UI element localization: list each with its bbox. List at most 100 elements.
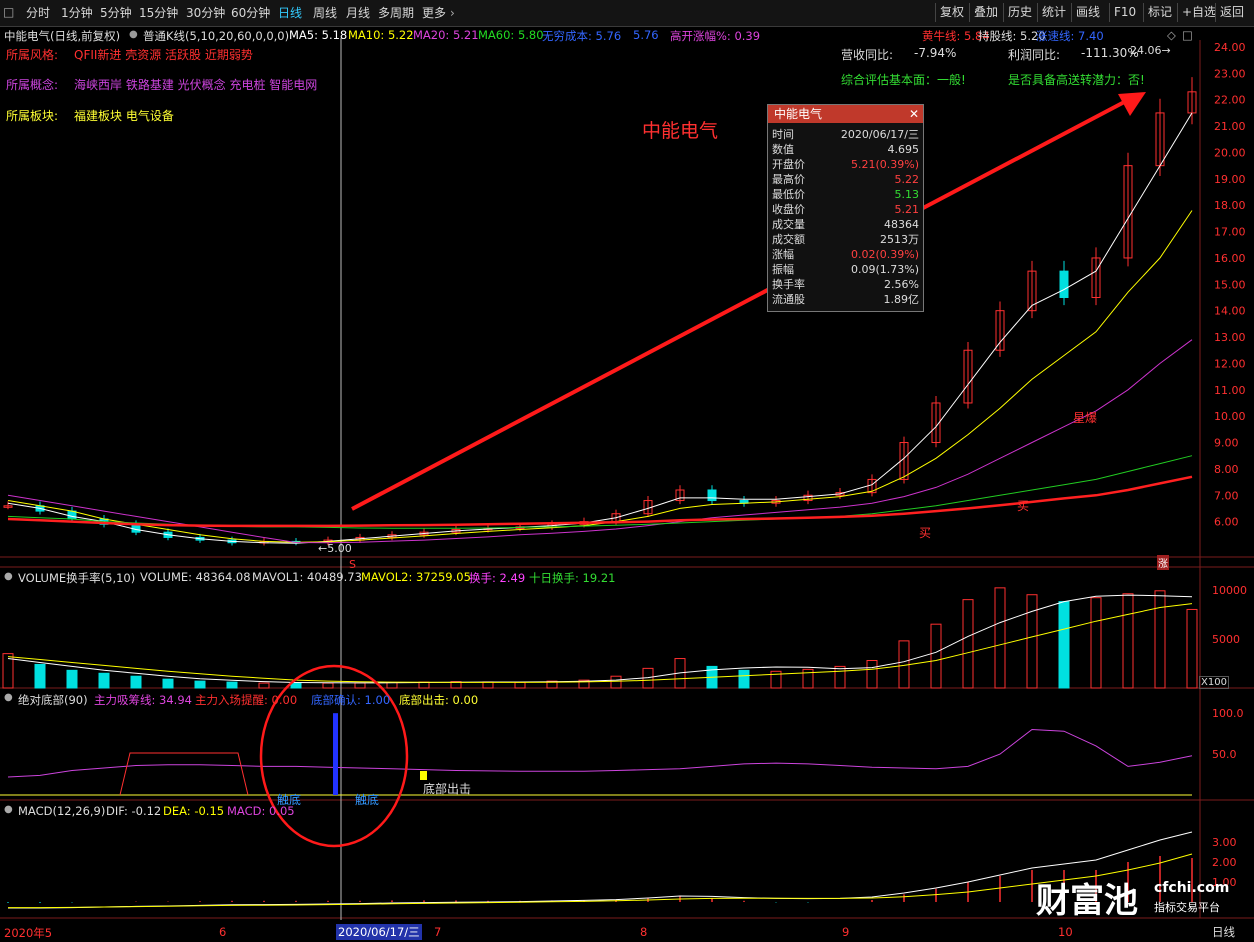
macd-title: MACD(12,26,9) — [18, 804, 106, 818]
price-tick: 20.00 — [1214, 146, 1246, 159]
volume-bar — [738, 669, 750, 689]
popup-row-value: 5.21 — [894, 203, 920, 216]
volume-bar — [1154, 590, 1166, 689]
trend-arrow-line — [351, 97, 1131, 511]
popup-row-key: 成交量 — [772, 218, 805, 231]
popup-row-key: 涨幅 — [772, 248, 794, 261]
entry-alert-value: 主力入场提醒: 0.00 — [195, 693, 298, 707]
volume-bar — [322, 682, 334, 689]
volume-bar — [994, 587, 1006, 689]
price-tick: 16.00 — [1214, 252, 1246, 265]
buy-signal-2: 买 — [1017, 499, 1030, 513]
price-tick: 24.00 — [1214, 41, 1246, 54]
ma5-line — [7, 112, 1193, 544]
x-axis-label-sep: 9 — [842, 925, 850, 939]
volume-settings-icon[interactable]: ● — [4, 571, 13, 582]
popup-row-key: 数值 — [772, 143, 794, 156]
price-tick: 17.00 — [1214, 226, 1246, 239]
volume-bar — [834, 665, 846, 689]
volume-bar — [258, 682, 270, 689]
popup-row-value: 2020/06/17/三 — [840, 128, 919, 141]
mavol1-line — [7, 594, 1193, 684]
price-tick: 23.00 — [1214, 67, 1246, 80]
macd-tick: 3.00 — [1212, 836, 1237, 849]
volume-bar — [1026, 594, 1038, 689]
volume-bar — [130, 675, 142, 689]
volume-bar — [1122, 593, 1134, 689]
data-window-popup[interactable]: 中能电气 ✕ 时间 2020/06/17/三数值 4.695 开盘价 5.21(0.39… — [767, 104, 924, 312]
candle-body — [707, 489, 717, 502]
volume-bar — [226, 681, 238, 689]
volume-bar — [1186, 608, 1198, 689]
x-axis-label-jul: 7 — [434, 925, 442, 939]
volume-bar — [290, 682, 302, 689]
popup-row-value: 5.13 — [894, 188, 920, 201]
price-tick: 19.00 — [1214, 173, 1246, 186]
x-axis-label-oct: 10 — [1058, 925, 1073, 939]
price-tick: 14.00 — [1214, 305, 1246, 318]
volume-bar — [66, 669, 78, 689]
popup-row-value: 1.89亿 — [883, 293, 920, 306]
turnover10-value: 十日换手: 19.21 — [529, 571, 616, 585]
popup-row-key: 最低价 — [772, 188, 805, 201]
watermark-slogan: 指标交易平台 — [1154, 901, 1220, 914]
popup-row-key: 成交额 — [772, 233, 805, 246]
popup-row-key: 换手率 — [772, 278, 805, 291]
bottom-settings-icon[interactable]: ● — [4, 692, 13, 703]
buy-signal-1: 买 — [919, 526, 932, 540]
volume-unit-badge: X100 — [1199, 676, 1229, 689]
bull-line — [7, 475, 1193, 528]
x-axis-label-aug: 8 — [640, 925, 648, 939]
x-axis-label-jun: 6 — [219, 925, 227, 939]
popup-row-value: 4.695 — [887, 143, 920, 156]
price-tick: 21.00 — [1214, 120, 1246, 133]
popup-title: 中能电气 — [774, 107, 823, 121]
dif-line — [8, 831, 1193, 909]
popup-row: 收盘价 5.21 — [768, 202, 923, 217]
price-tick: 13.00 — [1214, 331, 1246, 344]
accumulate-line-value: 主力吸筹线: 34.94 — [94, 693, 192, 707]
touch-bottom-label-1: 触底 — [277, 793, 302, 807]
popup-row-value: 2513万 — [880, 233, 919, 246]
volume-bar — [194, 680, 206, 689]
ma20-line — [7, 339, 1193, 544]
popup-row-key: 开盘价 — [772, 158, 805, 171]
volume-tick: 5000 — [1212, 633, 1240, 646]
popup-row-value: 0.09(1.73%) — [850, 263, 919, 276]
volume-title: VOLUME换手率(5,10) — [18, 571, 136, 585]
popup-row-key: 时间 — [772, 128, 794, 141]
mavol2-line — [7, 603, 1193, 683]
ma60-line — [7, 455, 1193, 529]
entry-alert-line — [119, 752, 249, 796]
volume-bar — [930, 623, 942, 689]
bottom-tick: 50.0 — [1212, 748, 1237, 761]
price-tick: 15.00 — [1214, 278, 1246, 291]
price-tick: 12.00 — [1214, 357, 1246, 370]
x-axis-label-may: 2020年5 — [4, 926, 53, 940]
rise-marker: 涨 — [1157, 555, 1169, 570]
bottom-confirm-value: 底部确认: 1.00 — [311, 693, 391, 707]
bottom-tick: 100.0 — [1212, 707, 1244, 720]
chart-canvas: 6.00 7.00 8.00 9.00 10.00 11.00 12.00 13.00 14.0… — [0, 38, 1254, 920]
popup-row: 开盘价 5.21(0.39%) — [768, 157, 923, 172]
price-tick: 18.00 — [1214, 199, 1246, 212]
volume-bar — [34, 663, 46, 689]
mavol2-value: MAVOL2: 37259.05 — [361, 570, 471, 584]
popup-row-value: 0.02(0.39%) — [850, 248, 919, 261]
volume-bar — [514, 681, 526, 689]
price-tick: 6.00 — [1214, 516, 1239, 529]
price-tick: 9.00 — [1214, 437, 1239, 450]
volume-bar — [386, 682, 398, 689]
watermark-brand: 财富池 — [1036, 881, 1138, 921]
volume-bar — [1058, 601, 1070, 689]
popup-row-key: 流通股 — [772, 293, 805, 306]
popup-row: 时间 2020/06/17/三 — [768, 127, 923, 142]
close-icon[interactable]: ✕ — [909, 105, 919, 123]
turnover-value: 换手: 2.49 — [469, 571, 526, 585]
cursor-date-label: 2020/06/17/三 — [336, 924, 422, 940]
popup-row: 振幅 0.09(1.73%) — [768, 262, 923, 277]
bottom-attack-bar — [420, 771, 427, 780]
volume-value: VOLUME: 48364.08 — [140, 570, 251, 584]
star-burst-label: 星爆 — [1073, 411, 1098, 425]
macd-settings-icon[interactable]: ● — [4, 804, 13, 815]
